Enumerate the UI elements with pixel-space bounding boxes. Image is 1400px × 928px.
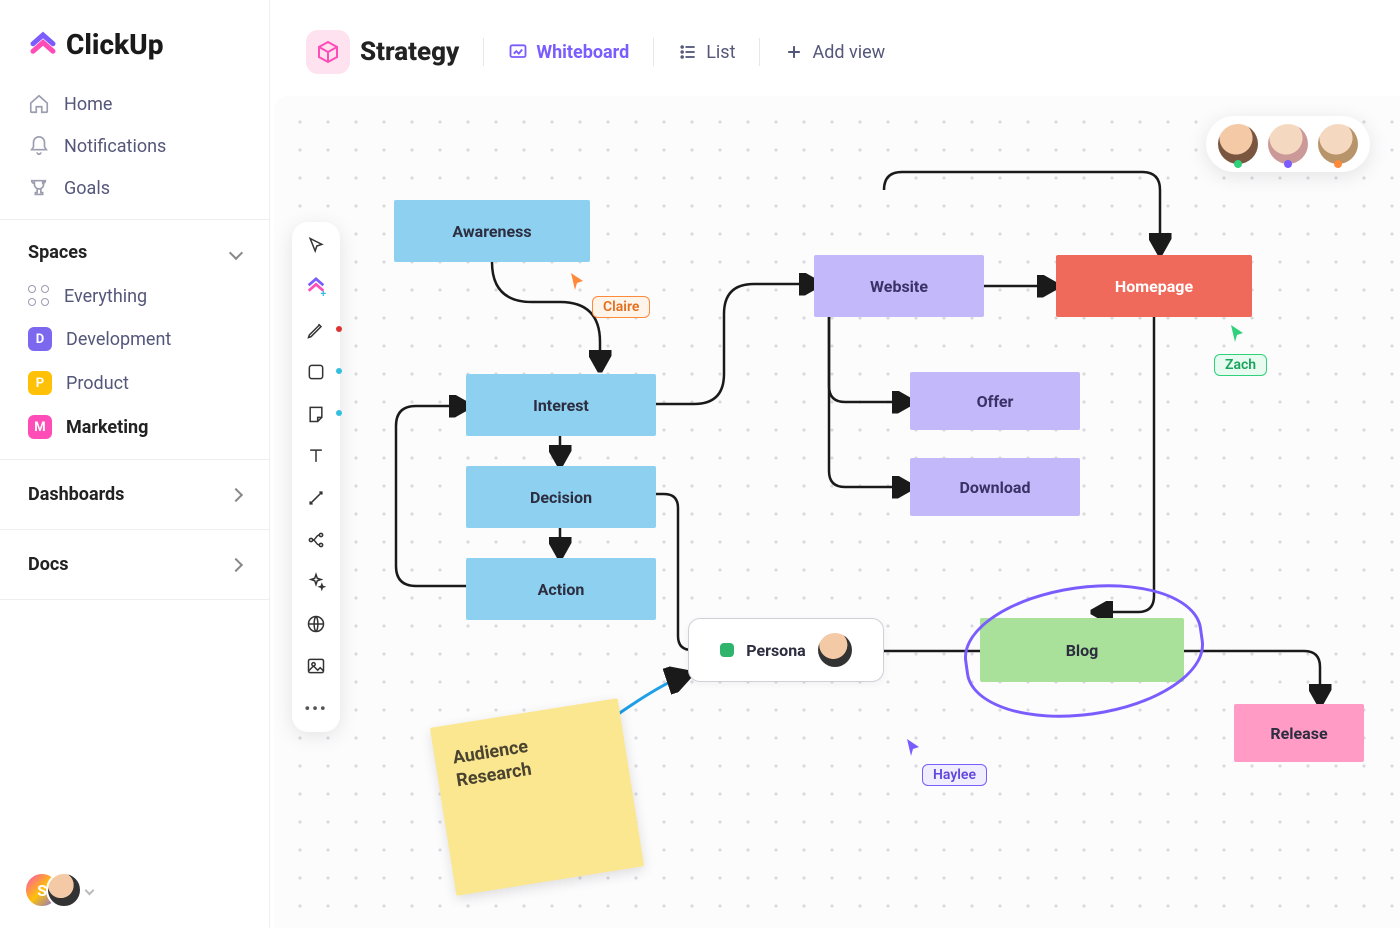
node-interest[interactable]: Interest [466,374,656,436]
chevron-right-icon [229,487,243,501]
square-icon [306,362,326,382]
status-badge [720,643,734,657]
clickup-logo-icon [28,30,58,60]
sticky-icon [306,404,326,424]
tab-list[interactable]: List [664,34,749,71]
sidebar-space-development[interactable]: D Development [0,317,269,361]
node-download[interactable]: Download [910,458,1080,516]
sidebar-space-product[interactable]: P Product [0,361,269,405]
space-icon[interactable] [306,30,350,74]
tool-select[interactable] [304,234,328,258]
cursor-label-claire: Claire [592,296,650,318]
cursor-label-zach: Zach [1214,354,1267,376]
cursor-label-haylee: Haylee [922,764,987,786]
presence-avatar[interactable] [1268,124,1308,164]
node-website[interactable]: Website [814,255,984,317]
presence-bar[interactable] [1206,116,1370,172]
cursor-icon [570,272,586,292]
user-avatar-photo [46,872,82,908]
node-decision[interactable]: Decision [466,466,656,528]
user-menu[interactable]: S [0,852,269,928]
connector-icon [306,488,326,508]
presence-avatar[interactable] [1218,124,1258,164]
whiteboard-toolbar: + ••• [292,222,340,732]
cube-icon [316,40,340,64]
tool-sticky[interactable] [304,402,328,426]
whiteboard-icon [508,42,528,62]
tool-draw[interactable] [304,318,328,342]
clickup-mini-icon: + [305,277,327,299]
tool-ai[interactable] [304,570,328,594]
everything-icon [28,285,50,307]
nav-notifications[interactable]: Notifications [18,125,251,167]
node-homepage[interactable]: Homepage [1056,255,1252,317]
chevron-down-icon [85,885,95,895]
branch-icon [306,530,326,550]
pen-icon [306,320,326,340]
brand-logo[interactable]: ClickUp [0,20,269,83]
page-title: Strategy [360,37,459,67]
nav-home[interactable]: Home [18,83,251,125]
tool-image[interactable] [304,654,328,678]
sidebar-space-marketing[interactable]: M Marketing [0,405,269,449]
sidebar: ClickUp Home Notifications Goals Spaces … [0,0,270,928]
add-view-button[interactable]: Add view [770,34,899,71]
tool-connector[interactable] [304,486,328,510]
sidebar-dashboards[interactable]: Dashboards [0,470,269,519]
text-icon [306,446,326,466]
presence-avatar[interactable] [1318,124,1358,164]
list-icon [678,42,698,62]
brand-name: ClickUp [66,28,163,61]
node-persona[interactable]: Persona [688,618,884,682]
tool-task[interactable]: + [304,276,328,300]
tool-more[interactable]: ••• [304,696,328,720]
avatar [818,633,852,667]
sidebar-docs[interactable]: Docs [0,540,269,589]
whiteboard-canvas[interactable]: + ••• [274,96,1400,928]
annotation-circle[interactable] [956,570,1212,732]
sticky-note[interactable]: Audience Research [430,698,644,896]
nav-goals[interactable]: Goals [18,167,251,209]
chevron-down-icon [229,245,243,259]
image-icon [306,656,326,676]
view-tabs: Strategy Whiteboard List Add view [270,0,1400,96]
bell-icon [28,135,50,157]
tab-whiteboard[interactable]: Whiteboard [494,34,643,71]
node-offer[interactable]: Offer [910,372,1080,430]
tool-shape[interactable] [304,360,328,384]
node-action[interactable]: Action [466,558,656,620]
cursor-icon [906,738,922,758]
cursor-icon [306,236,326,256]
tool-mindmap[interactable] [304,528,328,552]
node-awareness[interactable]: Awareness [394,200,590,262]
sparkle-icon [306,572,326,592]
spaces-header[interactable]: Spaces [0,230,269,275]
sidebar-everything[interactable]: Everything [0,275,269,317]
tool-web[interactable] [304,612,328,636]
tool-text[interactable] [304,444,328,468]
svg-text:+: + [321,289,327,299]
globe-icon [306,614,326,634]
chevron-right-icon [229,557,243,571]
trophy-icon [28,177,50,199]
node-release[interactable]: Release [1234,704,1364,762]
home-icon [28,93,50,115]
cursor-icon [1230,324,1246,344]
plus-icon [784,42,804,62]
